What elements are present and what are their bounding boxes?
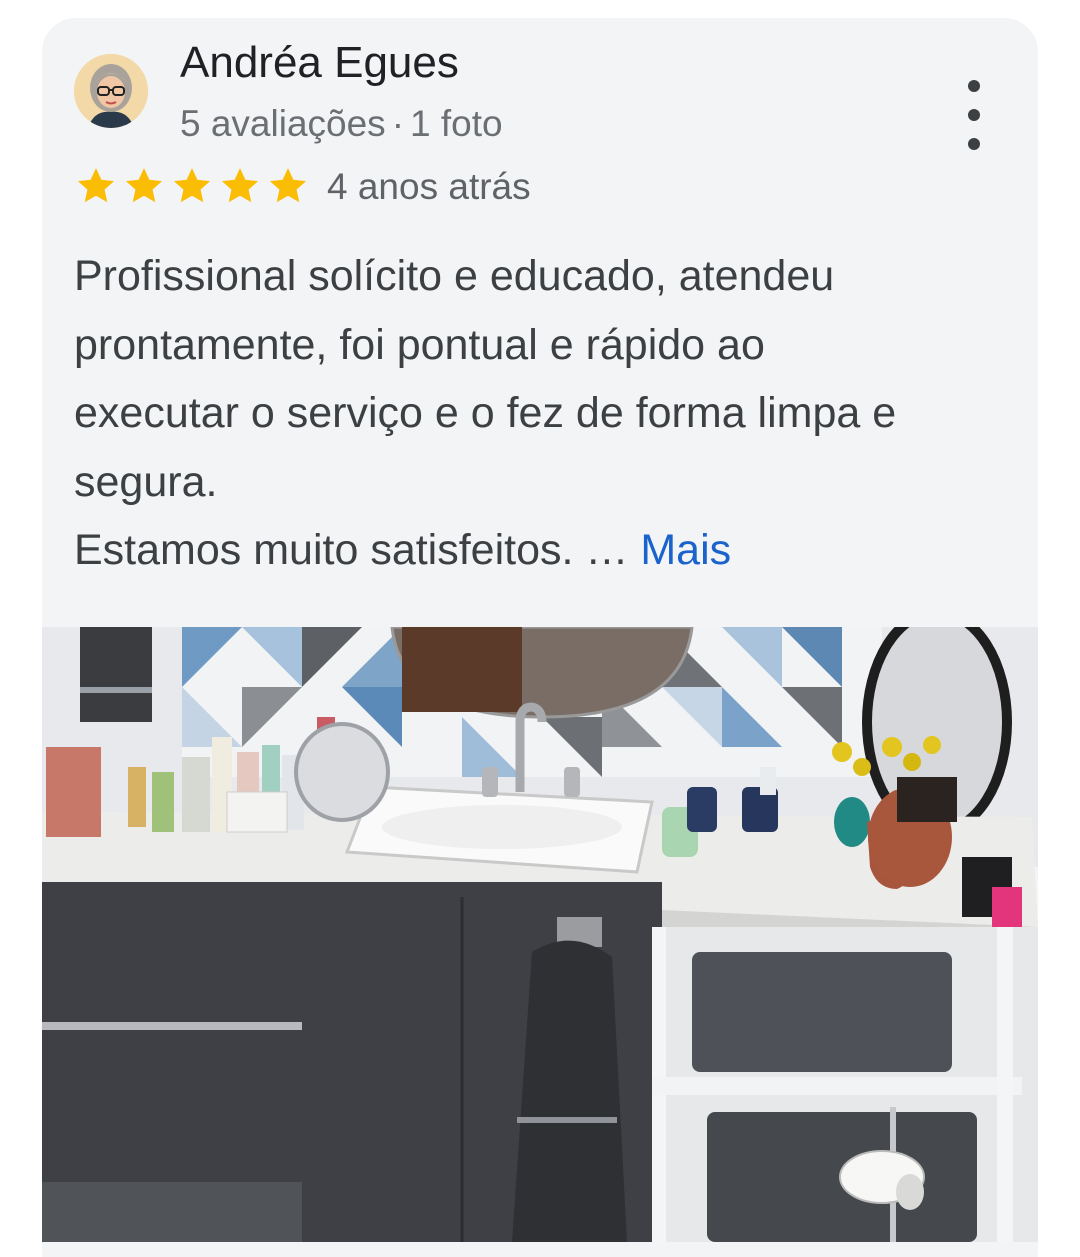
more-link[interactable]: Mais — [640, 526, 731, 574]
card-bottom-edge — [42, 1242, 1038, 1257]
review-line: Profissional solícito e educado, atendeu — [74, 252, 835, 300]
author-avatar[interactable] — [74, 54, 148, 128]
review-text: Profissional solícito e educado, atendeu… — [74, 242, 1014, 585]
rating-stars — [74, 165, 310, 207]
review-age: 4 anos atrás — [327, 166, 531, 207]
avatar-illustration — [74, 54, 148, 128]
review-line: segura. — [74, 457, 218, 506]
star-icon — [269, 168, 307, 203]
star-icon — [125, 168, 163, 203]
photos-count: 1 foto — [410, 103, 503, 144]
author-name[interactable]: Andréa Egues — [180, 38, 459, 88]
review-line: Estamos muito satisfeitos. … — [74, 526, 629, 574]
star-icon — [173, 168, 211, 203]
menu-dot — [968, 80, 980, 92]
menu-dot — [968, 109, 980, 121]
star-icon — [77, 168, 115, 203]
review-line: executar o serviço e o fez de forma limp… — [74, 389, 897, 437]
more-vert-icon[interactable] — [954, 80, 994, 150]
meta-separator: · — [391, 103, 405, 144]
review-photo[interactable] — [42, 627, 1038, 1242]
star-icon — [221, 168, 259, 203]
author-meta: 5 avaliações · 1 foto — [180, 103, 503, 145]
review-line: prontamente, foi pontual e rápido ao — [74, 320, 765, 369]
reviews-count: 5 avaliações — [180, 103, 386, 144]
review-card: Andréa Egues 5 avaliações · 1 foto 4 anos … — [42, 18, 1038, 1242]
menu-dot — [968, 138, 980, 150]
